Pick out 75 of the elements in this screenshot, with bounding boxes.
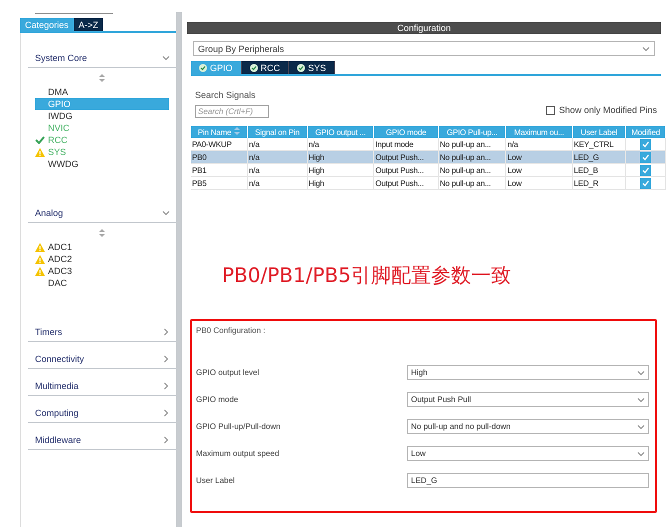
- field-label: GPIO Pull-up/Pull-down: [196, 422, 280, 431]
- chevron-down-icon: [637, 450, 645, 458]
- search-field[interactable]: Search (Crtl+F): [195, 105, 269, 118]
- check-circle-icon: [297, 64, 306, 72]
- dropdown-field[interactable]: Output Push Pull: [407, 392, 649, 407]
- table-cell: Low: [506, 176, 572, 190]
- chevron-right-icon: [162, 436, 170, 444]
- panel-title: Configuration: [187, 22, 661, 34]
- annotation-text: PB0/PB1/PB5引脚配置参数一致: [222, 262, 512, 289]
- field-label: GPIO mode: [196, 395, 238, 404]
- chevron-right-icon: [162, 409, 170, 417]
- warning-icon: [35, 266, 45, 276]
- modified-checkbox[interactable]: [640, 138, 652, 150]
- table-cell: No pull-up an...: [438, 150, 506, 164]
- chevron-down-icon: [637, 422, 645, 430]
- table-cell: LED_B: [572, 164, 626, 176]
- table-cell: PB5: [191, 176, 248, 190]
- chevron-right-icon: [162, 382, 170, 390]
- table-cell: Output Push...: [374, 150, 438, 164]
- dropdown-field[interactable]: High: [407, 365, 649, 380]
- modified-checkbox[interactable]: Show only Modified Pins: [546, 105, 657, 115]
- sort-icon[interactable]: [99, 229, 105, 237]
- table-cell: Output Push...: [374, 176, 438, 190]
- table-cell: Output Push...: [374, 164, 438, 176]
- chevron-down-icon: [642, 44, 650, 52]
- modified-checkbox[interactable]: [640, 152, 652, 162]
- table-cell: Low: [506, 164, 572, 176]
- table-cell: n/a: [247, 150, 307, 164]
- warning-icon: [35, 242, 45, 252]
- category-tab[interactable]: A->Z: [74, 18, 104, 31]
- table-cell: No pull-up an...: [438, 176, 506, 190]
- peripheral-item[interactable]: WWDG: [35, 158, 169, 170]
- table-cell: n/a: [247, 164, 307, 176]
- dropdown-field[interactable]: No pull-up and no pull-down: [407, 419, 649, 434]
- peripheral-item[interactable]: ADC3: [35, 265, 169, 277]
- modified-checkbox[interactable]: [640, 178, 652, 188]
- sort-icon[interactable]: [99, 74, 105, 82]
- check-circle-icon: [250, 64, 258, 72]
- table-cell: LED_R: [572, 176, 626, 190]
- field-label: Maximum output speed: [196, 449, 280, 458]
- chevron-down-icon: [637, 396, 645, 404]
- chevron-down-icon: [637, 368, 645, 376]
- peripheral-tab[interactable]: RCC: [242, 61, 290, 74]
- input-field[interactable]: LED_G: [407, 473, 649, 488]
- table-cell: n/a: [247, 176, 307, 190]
- modified-checkbox[interactable]: [640, 164, 652, 176]
- table-cell: High: [307, 164, 374, 176]
- group-dropdown[interactable]: Group By Peripherals: [193, 41, 655, 56]
- chevron-down-icon: [162, 209, 170, 217]
- peripheral-tab[interactable]: SYS: [289, 61, 336, 74]
- warning-icon: [35, 148, 45, 156]
- search-label: Search Signals: [195, 90, 257, 100]
- table-cell: High: [307, 176, 374, 190]
- chevron-down-icon: [162, 54, 170, 62]
- table-cell: LED_G: [572, 150, 626, 164]
- chevron-right-icon: [162, 355, 170, 363]
- check-icon: [35, 136, 45, 144]
- check-circle-icon: [199, 64, 207, 72]
- table-cell: PB1: [191, 164, 248, 176]
- table-cell: No pull-up an...: [438, 164, 506, 176]
- table-cell: High: [307, 150, 374, 164]
- field-label: User Label: [196, 476, 235, 485]
- peripheral-item[interactable]: DAC: [35, 277, 169, 289]
- table-cell: Low: [506, 150, 572, 164]
- field-label: GPIO output level: [196, 368, 260, 377]
- peripheral-item[interactable]: DMA: [35, 86, 169, 98]
- chevron-right-icon: [162, 328, 170, 336]
- sort-icon: [234, 127, 240, 135]
- table-cell: PB0: [191, 150, 248, 164]
- warning-icon: [35, 254, 45, 264]
- peripheral-item[interactable]: IWDG: [35, 110, 169, 122]
- peripheral-item[interactable]: ADC2: [35, 253, 169, 265]
- section-title: PB0 Configuration :: [196, 326, 266, 335]
- dropdown-field[interactable]: Low: [407, 446, 649, 461]
- peripheral-item[interactable]: ADC1: [35, 241, 169, 253]
